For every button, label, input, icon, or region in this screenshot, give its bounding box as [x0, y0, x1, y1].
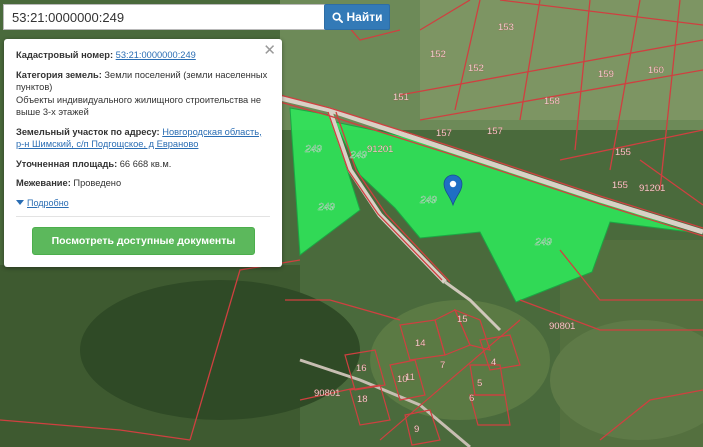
number-label: 16	[356, 363, 367, 374]
area-row: Уточненная площадь: 66 668 кв.м.	[16, 158, 270, 171]
number-label: 158	[544, 96, 560, 107]
search-button-label: Найти	[346, 10, 383, 24]
forest-patch	[80, 280, 360, 420]
search-button[interactable]: Найти	[324, 4, 390, 30]
area-value: 66 668 кв.м.	[119, 158, 172, 169]
number-label: 90801	[314, 388, 340, 399]
parcel-label: 249	[419, 195, 437, 206]
number-label: 157	[436, 128, 452, 139]
details-link[interactable]: Подробно	[27, 197, 69, 210]
number-label: 151	[393, 92, 409, 103]
parcel-label: 249	[534, 237, 552, 248]
address-row: Земельный участок по адресу: Новгородска…	[16, 126, 270, 151]
number-label: 152	[430, 49, 446, 60]
view-documents-button[interactable]: Посмотреть доступные документы	[32, 227, 255, 255]
number-label: 159	[598, 69, 614, 80]
area-label: Уточненная площадь:	[16, 158, 118, 169]
caret-down-icon	[16, 200, 24, 206]
parcel-label: 249	[349, 150, 367, 161]
number-label: 9	[414, 424, 419, 435]
number-label: 7	[440, 360, 445, 371]
number-label: 157	[487, 126, 503, 137]
survey-label: Межевание:	[16, 178, 71, 188]
search-input[interactable]	[3, 4, 326, 30]
field-northeast	[420, 0, 703, 120]
number-label: 91201	[639, 183, 665, 194]
number-label: 91201	[367, 144, 393, 155]
number-label: 160	[648, 65, 664, 76]
cadastral-label: Кадастровый номер:	[16, 50, 114, 60]
parcel-info-panel: ✕ Кадастровый номер: 53:21:0000000:249 К…	[4, 39, 282, 267]
details-toggle[interactable]: Подробно	[16, 197, 270, 210]
number-label: 90801	[549, 321, 575, 332]
address-label: Земельный участок по адресу:	[16, 126, 160, 137]
number-label: 152	[468, 63, 484, 74]
parcel-label: 249	[304, 144, 322, 155]
number-label: 155	[612, 180, 628, 191]
cadastral-row: Кадастровый номер: 53:21:0000000:249	[16, 49, 270, 62]
search-icon	[331, 11, 343, 23]
survey-row: Межевание: Проведено	[16, 177, 270, 190]
number-label: 4	[491, 357, 496, 368]
survey-value: Проведено	[73, 178, 122, 188]
parcel-label: 249	[317, 202, 335, 213]
cadastral-link[interactable]: 53:21:0000000:249	[116, 50, 196, 60]
number-label: 14	[415, 338, 426, 349]
number-label: 155	[615, 147, 631, 158]
number-label: 15	[457, 314, 468, 325]
category-row: Категория земель: Земли поселений (земли…	[16, 69, 270, 119]
number-label: 6	[469, 393, 474, 404]
category-label: Категория земель:	[16, 69, 102, 80]
number-label: 18	[357, 394, 368, 405]
number-label: 5	[477, 378, 482, 389]
close-icon[interactable]: ✕	[263, 43, 276, 58]
divider	[16, 216, 270, 217]
number-label: 153	[498, 22, 514, 33]
land-use-value: Объекты индивидуального жилищного строит…	[16, 94, 262, 118]
number-label: 11	[405, 372, 415, 383]
